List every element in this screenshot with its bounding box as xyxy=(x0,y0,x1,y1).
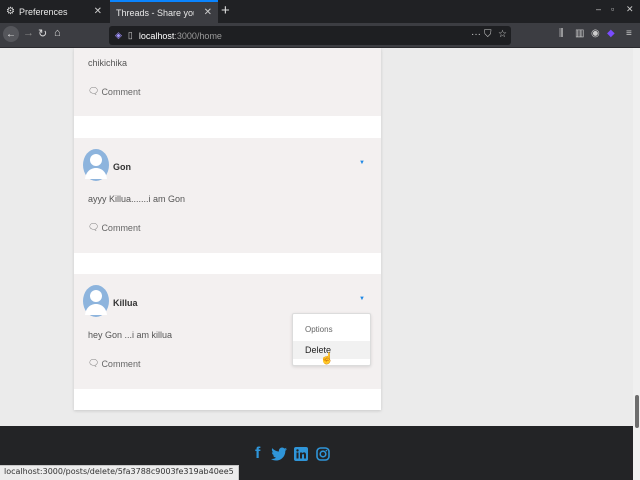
close-icon[interactable]: ✕ xyxy=(94,6,102,17)
close-window-icon[interactable]: ✕ xyxy=(626,4,634,15)
comment-label: Comment xyxy=(101,222,141,233)
chevron-down-icon[interactable]: ▼ xyxy=(359,160,365,166)
minimize-icon[interactable]: – xyxy=(596,4,601,14)
extension-icon[interactable]: ◆ xyxy=(607,28,615,39)
pocket-icon[interactable]: ⛉ xyxy=(484,29,492,40)
comment-button[interactable]: 🗨 Comment xyxy=(88,358,140,369)
tab-bar: ⚙ Preferences ✕ Threads - Share your tho… xyxy=(0,0,640,23)
tab-title: Threads - Share your thoughts xyxy=(116,7,194,18)
gear-icon: ⚙ xyxy=(6,6,15,17)
twitter-icon[interactable] xyxy=(271,447,287,461)
comments-icon: 🗨 xyxy=(88,86,100,96)
close-icon[interactable]: ✕ xyxy=(204,7,212,18)
tab-preferences[interactable]: ⚙ Preferences ✕ xyxy=(0,0,108,23)
comments-icon: 🗨 xyxy=(88,358,100,368)
forward-button[interactable]: → xyxy=(23,27,34,39)
comment-button[interactable]: 🗨 Comment xyxy=(88,222,140,233)
bookmark-star-icon[interactable]: ☆ xyxy=(498,29,507,40)
post-author: Killua xyxy=(113,298,138,308)
instagram-icon[interactable] xyxy=(316,447,330,461)
url-path: :3000/home xyxy=(174,30,222,41)
comments-icon: 🗨 xyxy=(88,222,100,232)
back-button[interactable]: ← xyxy=(3,26,19,42)
nav-bar: ← → ↻ ⌂ ◈ ▯ localhost:3000/home ··· ⛉ ☆ … xyxy=(0,23,640,48)
more-actions-icon[interactable]: ··· xyxy=(471,29,481,40)
post-content: hey Gon ...i am killua xyxy=(88,330,173,340)
post-content: ayyy Killua.......i am Gon xyxy=(88,194,186,204)
facebook-icon[interactable]: f xyxy=(255,445,260,463)
address-bar[interactable]: ◈ ▯ localhost:3000/home ··· ⛉ ☆ xyxy=(109,26,511,45)
avatar xyxy=(83,285,109,317)
menu-icon[interactable]: ≡ xyxy=(626,28,632,39)
sidebar-icon[interactable]: ▥ xyxy=(575,28,584,39)
tab-threads[interactable]: Threads - Share your thoughts ✕ xyxy=(110,0,218,23)
hand-cursor-icon: ☝ xyxy=(320,353,334,365)
comment-label: Comment xyxy=(101,358,141,369)
restore-icon[interactable]: ▫ xyxy=(611,4,614,14)
page-content: chikichika 🗨 Comment Gon ▼ ayyy Killua..… xyxy=(0,48,633,426)
reload-button[interactable]: ↻ xyxy=(38,27,47,40)
scrollbar-thumb[interactable] xyxy=(635,395,639,428)
menu-header: Options xyxy=(305,325,333,334)
page-icon: ▯ xyxy=(127,30,133,40)
url-host: localhost xyxy=(138,30,175,41)
home-button[interactable]: ⌂ xyxy=(54,27,61,39)
comment-label: Comment xyxy=(101,86,141,97)
chevron-down-icon[interactable]: ▼ xyxy=(359,296,365,302)
shield-icon[interactable]: ◈ xyxy=(115,30,122,41)
post-content: chikichika xyxy=(88,58,128,68)
account-icon[interactable]: ◉ xyxy=(591,28,600,39)
library-icon[interactable]: ⫼ xyxy=(559,28,564,39)
tab-title: Preferences xyxy=(18,6,68,17)
linkedin-icon[interactable] xyxy=(294,447,308,461)
comment-button[interactable]: 🗨 Comment xyxy=(88,86,140,97)
status-bar-url: localhost:3000/posts/delete/5fa3788c9003… xyxy=(0,465,239,480)
post-author: Gon xyxy=(113,162,131,172)
new-tab-button[interactable]: + xyxy=(221,2,230,19)
post-card: chikichika 🗨 Comment xyxy=(74,48,381,116)
avatar xyxy=(83,149,109,181)
post-card: Gon ▼ ayyy Killua.......i am Gon 🗨 Comme… xyxy=(74,138,381,253)
